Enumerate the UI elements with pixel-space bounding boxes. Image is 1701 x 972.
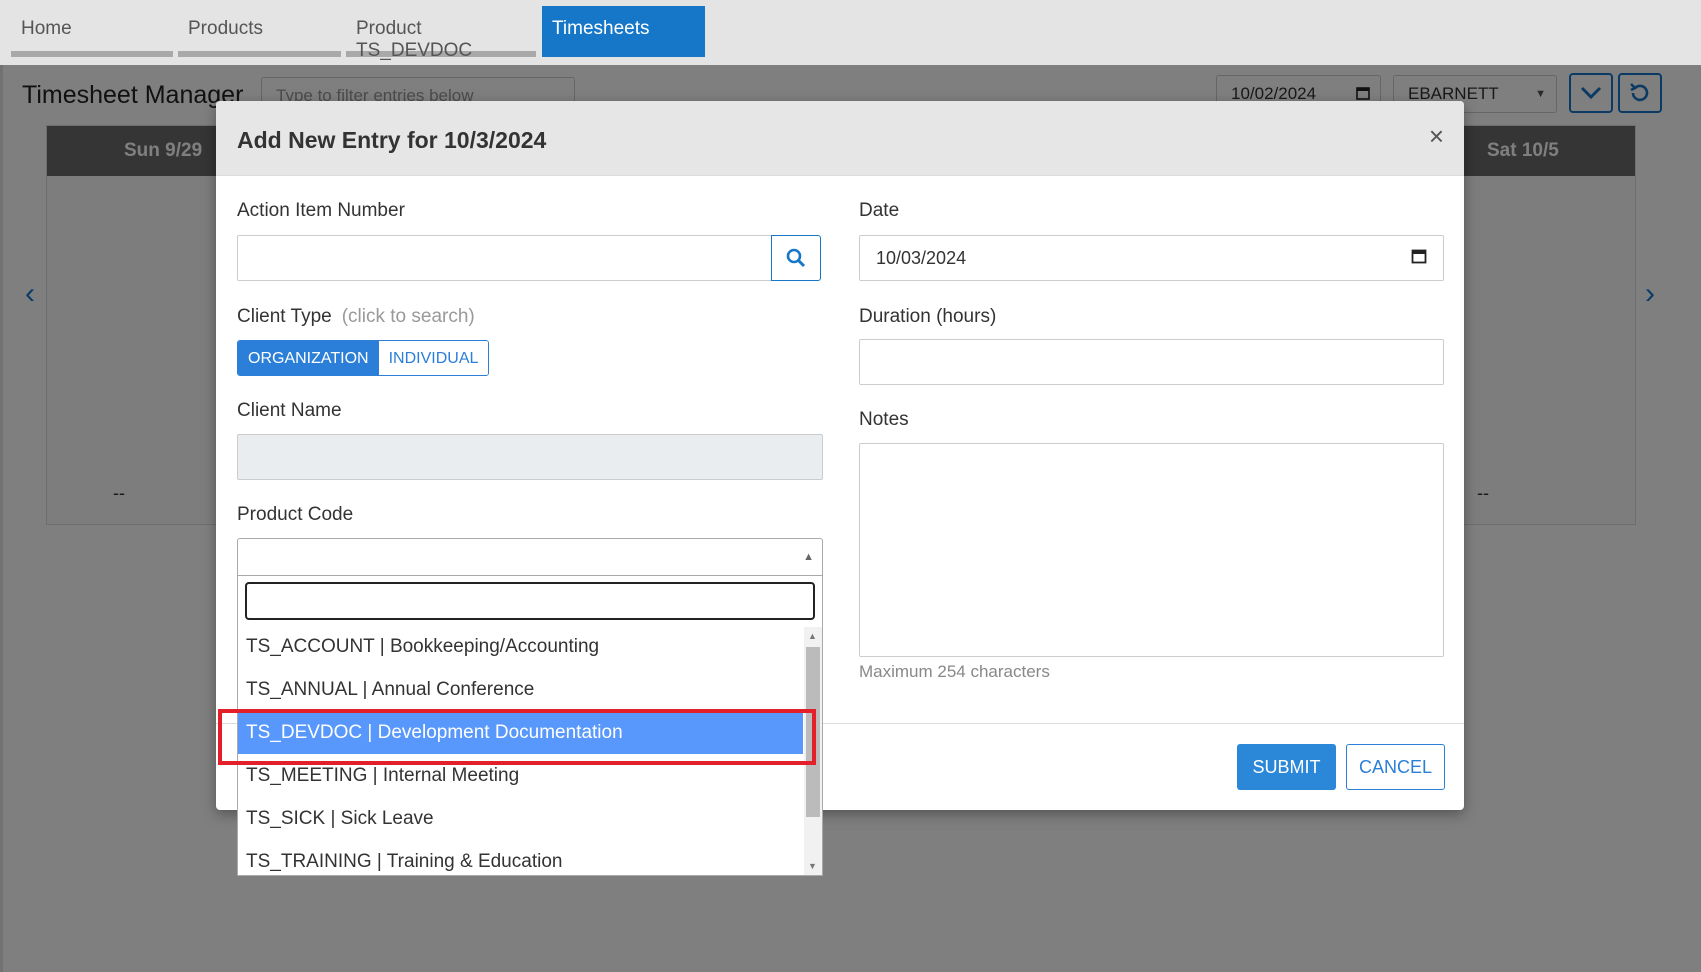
product-code-label: Product Code — [237, 504, 354, 525]
submit-button[interactable]: SUBMIT — [1237, 744, 1336, 790]
client-name-field — [237, 434, 823, 480]
top-nav: Home Products Product TS_DEVDOC Timeshee… — [0, 0, 1701, 61]
scroll-down-icon[interactable]: ▼ — [808, 861, 817, 871]
notes-label: Notes — [859, 409, 909, 430]
client-type-label: Client Type (click to search) — [237, 306, 475, 328]
modal-title: Add New Entry for 10/3/2024 — [237, 127, 547, 153]
product-option[interactable]: TS_SICK | Sick Leave — [238, 797, 803, 840]
modal-header: Add New Entry for 10/3/2024 × — [216, 101, 1464, 176]
notes-textarea[interactable] — [859, 443, 1444, 657]
tab-products[interactable]: Products — [178, 6, 341, 57]
product-option[interactable]: TS_ANNUAL | Annual Conference — [238, 668, 803, 711]
tab-home[interactable]: Home — [11, 6, 173, 57]
client-type-individual[interactable]: INDIVIDUAL — [378, 341, 489, 375]
duration-label: Duration (hours) — [859, 306, 997, 327]
client-type-organization[interactable]: ORGANIZATION — [238, 341, 379, 375]
entry-date-value: 10/03/2024 — [876, 248, 967, 268]
notes-char-limit: Maximum 254 characters — [859, 662, 1050, 681]
action-item-search-button[interactable] — [771, 235, 821, 281]
date-label: Date — [859, 200, 900, 221]
scroll-up-icon[interactable]: ▲ — [808, 631, 817, 641]
search-icon — [786, 248, 806, 268]
action-item-label: Action Item Number — [237, 200, 405, 221]
chevron-up-icon: ▲ — [803, 551, 814, 563]
product-search-input[interactable] — [245, 582, 815, 620]
selection-highlight-box — [218, 709, 816, 765]
client-name-label: Client Name — [237, 400, 342, 421]
calendar-icon — [1411, 248, 1427, 269]
product-option[interactable]: TS_ACCOUNT | Bookkeeping/Accounting — [238, 625, 803, 668]
tab-timesheets[interactable]: Timesheets — [542, 6, 705, 57]
client-type-label-text: Client Type — [237, 306, 332, 327]
client-type-hint: (click to search) — [341, 306, 475, 327]
product-option[interactable]: TS_TRAINING | Training & Education — [238, 840, 803, 883]
client-type-toggle: ORGANIZATION INDIVIDUAL — [237, 340, 490, 376]
action-item-input[interactable] — [237, 235, 772, 281]
cancel-button[interactable]: CANCEL — [1346, 744, 1445, 790]
tab-product-ts-devdoc[interactable]: Product TS_DEVDOC — [346, 6, 536, 61]
duration-input[interactable] — [859, 339, 1444, 385]
close-icon[interactable]: × — [1429, 121, 1444, 152]
product-code-select[interactable]: ▲ — [237, 538, 823, 576]
entry-date-input[interactable]: 10/03/2024 — [859, 235, 1444, 281]
